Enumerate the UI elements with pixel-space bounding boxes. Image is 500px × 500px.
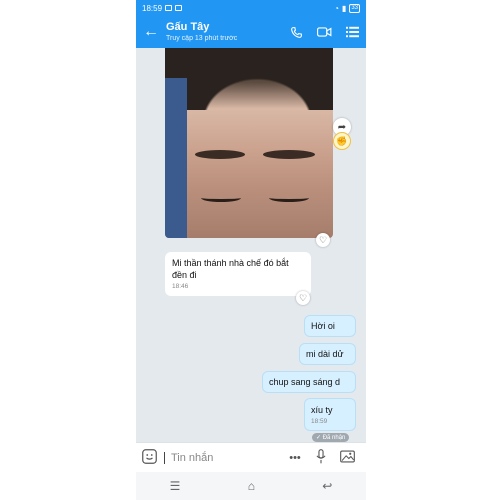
heart-icon[interactable]: ♡ — [316, 233, 330, 247]
incoming-message: Mi thần thánh nhà chế đó bắt đền đi 18:4… — [165, 252, 311, 296]
message-text: mi dài dử — [306, 349, 344, 359]
phone-screen: 18:59 ◔ ▮ 33 ← Gấu Tây Truy cập 13 phút … — [136, 0, 366, 500]
home-icon[interactable]: ⌂ — [248, 479, 255, 493]
message-text: chup sang sáng d — [269, 377, 341, 387]
video-call-icon[interactable] — [310, 16, 338, 48]
image-icon[interactable] — [334, 450, 360, 466]
recent-apps-icon[interactable]: ☰ — [170, 479, 181, 493]
outgoing-message: mi dài dử — [299, 343, 356, 365]
notification-icon — [165, 5, 173, 11]
screenshot-frame: 18:59 ◔ ▮ 33 ← Gấu Tây Truy cập 13 phút … — [0, 0, 500, 500]
status-time: 18:59 — [142, 3, 163, 13]
message-text: Hời oi — [311, 321, 335, 331]
sticker-icon[interactable] — [142, 448, 160, 467]
back-nav-icon[interactable]: ↩ — [322, 479, 332, 493]
more-icon[interactable]: ••• — [282, 452, 308, 464]
outgoing-message: chup sang sáng d — [262, 371, 356, 393]
phone-icon[interactable] — [282, 16, 310, 48]
seen-status: ✓ Đã nhận — [312, 433, 350, 442]
photo-eye-right — [269, 194, 309, 202]
outgoing-message: Hời oi — [304, 315, 356, 337]
shared-photo[interactable] — [165, 48, 333, 238]
message-time: 18:59 — [311, 417, 328, 425]
photo-background — [165, 78, 187, 238]
menu-icon[interactable] — [338, 16, 366, 48]
chat-header: ← Gấu Tây Truy cập 13 phút trước — [136, 16, 366, 48]
battery-icon: 33 — [349, 3, 360, 13]
photo-eye-left — [201, 194, 241, 202]
photo-eyebrow-right — [263, 150, 315, 159]
system-nav-bar: ☰ ⌂ ↩ — [136, 472, 366, 500]
message-text: Mi thần thánh nhà chế đó bắt đền đi — [172, 258, 289, 280]
last-seen: Truy cập 13 phút trước — [166, 34, 238, 42]
photo-hair — [165, 48, 333, 110]
message-input[interactable]: Tin nhắn — [164, 451, 282, 464]
reaction-icon[interactable]: ✊ — [333, 132, 351, 150]
message-input-bar: Tin nhắn ••• — [136, 442, 366, 472]
message-time: 18:46 — [172, 283, 189, 290]
mic-icon[interactable] — [308, 448, 334, 467]
message-text: xíu ty — [311, 404, 333, 415]
outgoing-message: xíu ty 18:59 — [304, 398, 356, 431]
photo-eyebrow-left — [195, 150, 245, 159]
contact-name[interactable]: Gấu Tây — [166, 21, 282, 34]
heart-icon[interactable]: ♡ — [296, 291, 310, 305]
wifi-icon: ◔ — [334, 3, 339, 13]
status-bar: 18:59 ◔ ▮ 33 — [136, 0, 366, 16]
notification-icon — [175, 5, 183, 11]
back-arrow-icon[interactable]: ← — [136, 16, 166, 48]
signal-icon: ▮ — [341, 3, 347, 13]
